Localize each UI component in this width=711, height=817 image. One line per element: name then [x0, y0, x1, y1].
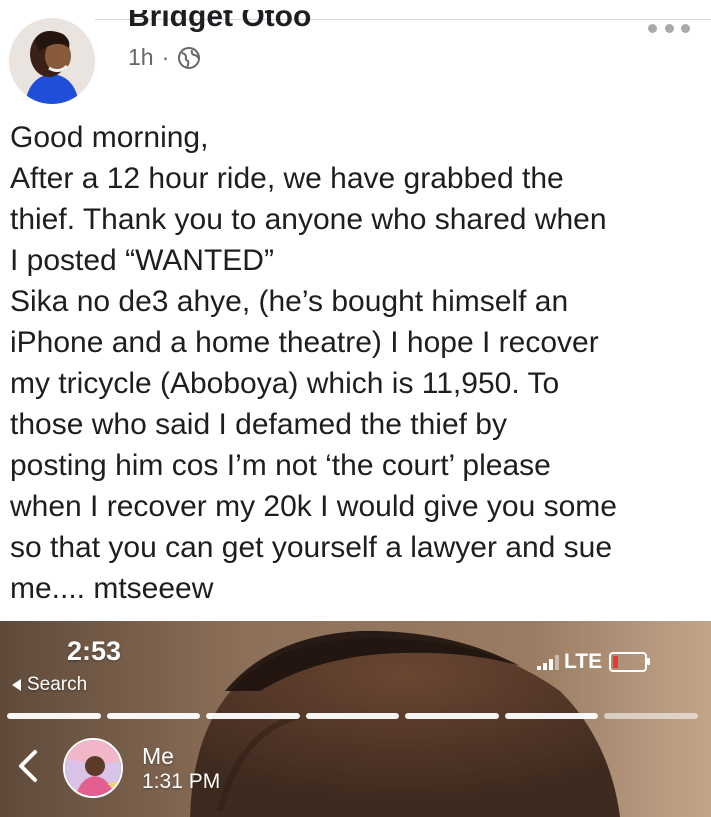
story-progress-segment	[305, 713, 400, 719]
story-status-clock: 2:53	[67, 636, 122, 666]
back-triangle-icon	[12, 679, 21, 691]
story-avatar	[63, 738, 123, 798]
story-back-label: Search	[27, 674, 88, 695]
author-avatar-image	[9, 18, 95, 104]
post-text-line: I posted “WANTED”	[10, 244, 274, 277]
chevron-left-icon	[19, 750, 37, 782]
more-dot	[664, 23, 674, 33]
battery-icon	[609, 652, 651, 672]
post-text-line: After a 12 hour ride, we have grabbed th…	[10, 162, 564, 195]
post-meta: 1h ·	[128, 44, 201, 71]
story-progress-segment	[7, 713, 101, 719]
meta-separator: ·	[161, 44, 170, 70]
battery-level	[613, 656, 619, 668]
post-time[interactable]: 1h	[128, 44, 154, 71]
story-back-search: Search	[12, 674, 87, 696]
post-text-line: so that you can get yourself a lawyer an…	[10, 531, 613, 564]
story-time: 1:31 PM	[142, 770, 221, 793]
post-text-line: posting him cos I’m not ‘the court’ plea…	[10, 449, 551, 482]
post-text-line: me.... mtseeew	[10, 572, 214, 605]
post-text-line: when I recover my 20k I would give you s…	[10, 490, 617, 523]
signal-bar	[543, 663, 547, 670]
network-type: LTE	[564, 650, 603, 673]
story-status-indicators: LTE	[537, 650, 651, 674]
story-progress-segment	[206, 713, 300, 719]
more-dot	[648, 23, 657, 33]
signal-bar	[549, 659, 553, 670]
post-text-line: those who said I defamed the thief by	[10, 408, 507, 441]
story-progress-bar	[7, 713, 699, 719]
story-viewer-name: Me	[142, 743, 174, 769]
author-name[interactable]: Bridget Otoo	[128, 10, 311, 32]
story-progress-segment	[106, 713, 201, 719]
post-text: Good morning, After a 12 hour ride, we h…	[10, 117, 705, 609]
story-progress-segment	[405, 713, 499, 719]
post-text-line: Good morning,	[10, 121, 209, 154]
more-options-icon[interactable]	[648, 16, 690, 40]
post-text-line: Sika no de3 ahye, (he’s bought himself a…	[10, 285, 569, 318]
story-progress-segment	[604, 713, 699, 719]
more-dot	[681, 23, 690, 33]
post-text-line: my tricycle (Aboboya) which is 11,950. T…	[10, 367, 560, 400]
post-text-line: thief. Thank you to anyone who shared wh…	[10, 203, 607, 236]
signal-bar	[555, 655, 559, 670]
globe-icon[interactable]	[177, 46, 201, 70]
story-progress-segment	[504, 713, 599, 719]
author-avatar[interactable]	[9, 18, 95, 104]
signal-bars-icon	[537, 654, 559, 670]
signal-bar	[537, 666, 541, 670]
post-text-line: iPhone and a home theatre) I hope I reco…	[10, 326, 599, 359]
